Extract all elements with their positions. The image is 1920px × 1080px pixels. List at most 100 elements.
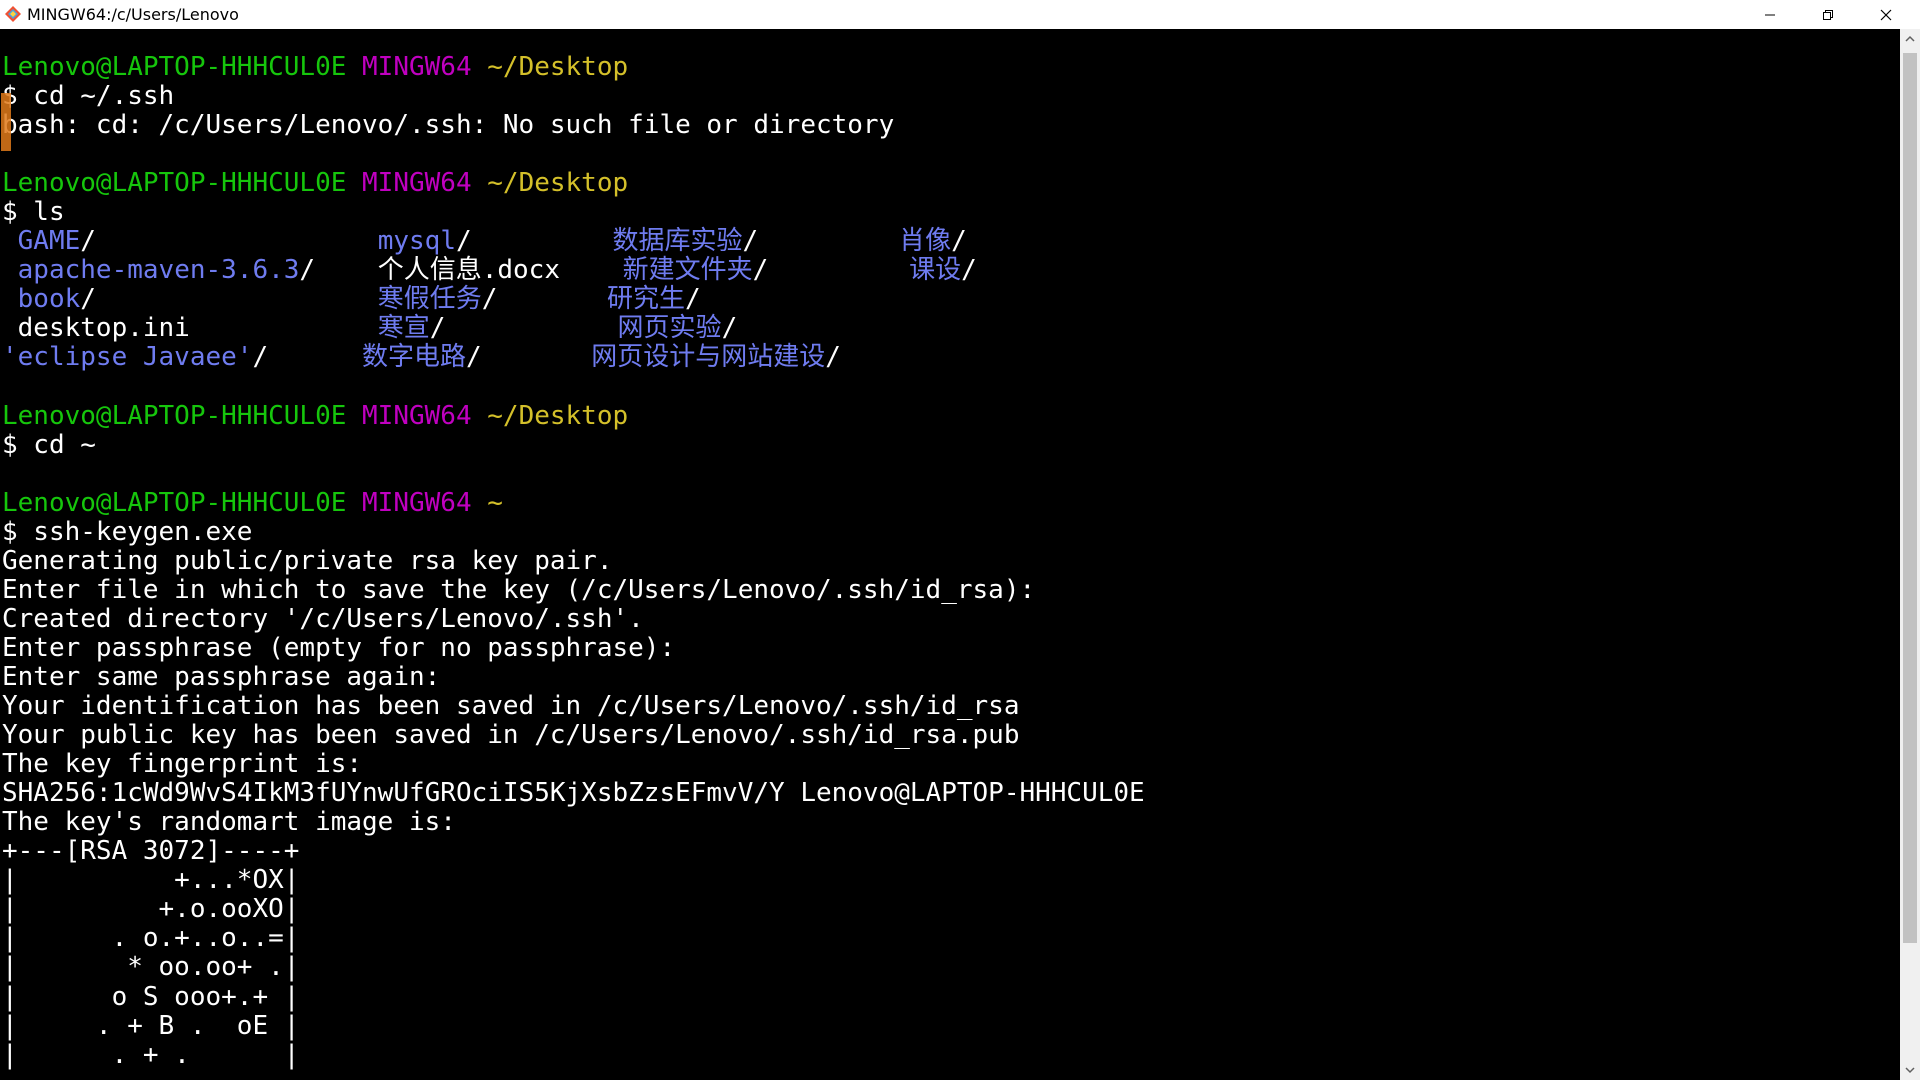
terminal-line: SHA256:1cWd9WvS4IkM3fUYnwUfGROciIS5KjXsb… xyxy=(2,779,1145,808)
terminal-line: The key fingerprint is: xyxy=(2,750,1145,779)
terminal-text: 网页设计与网站建设 xyxy=(591,342,826,373)
terminal-text: | +.o.ooXO| xyxy=(2,894,300,925)
terminal-text: 网页实验 xyxy=(617,313,722,344)
terminal-text: MINGW64 xyxy=(362,487,472,518)
terminal-line: Lenovo@LAPTOP-HHHCUL0E MINGW64 ~/Desktop xyxy=(2,400,1145,431)
terminal-text: 个人信息.docx xyxy=(377,255,623,286)
scroll-up-arrow-icon[interactable] xyxy=(1900,29,1920,49)
terminal-text: $ ls xyxy=(2,197,65,228)
terminal-text: MINGW64 xyxy=(362,168,472,199)
terminal-text: Your identification has been saved in /c… xyxy=(2,691,1020,722)
terminal-text: Generating public/private rsa key pair. xyxy=(2,545,613,576)
terminal-text: / xyxy=(951,226,967,257)
terminal-line: $ ls xyxy=(2,198,1145,227)
terminal-text: / xyxy=(481,284,607,315)
terminal-text: 数字电路 xyxy=(362,342,467,373)
terminal-line: apache-maven-3.6.3/ 个人信息.docx 新建文件夹/ 课设/ xyxy=(2,256,1145,285)
close-icon xyxy=(1880,9,1892,20)
close-button[interactable] xyxy=(1857,0,1915,29)
terminal-line: | . + . | xyxy=(2,1039,1145,1070)
terminal-text: / xyxy=(455,226,613,257)
terminal-text: 寒宣 xyxy=(377,313,430,344)
minimize-button[interactable] xyxy=(1741,0,1799,29)
terminal-text: MINGW64 xyxy=(362,52,472,82)
terminal-text: ~ xyxy=(487,487,503,518)
terminal-line: $ cd ~/.ssh xyxy=(2,82,1145,111)
terminal-text: MINGW64 xyxy=(362,400,472,431)
terminal-line: book/ 寒假任务/ 研究生/ xyxy=(2,285,1145,314)
terminal-text: mysql xyxy=(377,226,456,257)
terminal-text: / xyxy=(825,342,841,373)
terminal-text: / xyxy=(961,255,977,286)
terminal-line: Generating public/private rsa key pair. xyxy=(2,545,1145,576)
terminal-text: Lenovo@LAPTOP-HHHCUL0E xyxy=(2,400,347,431)
terminal-text: / xyxy=(80,226,378,257)
terminal-line: Enter same passphrase again: xyxy=(2,662,1145,692)
terminal-text: | . + . | xyxy=(2,1039,300,1070)
terminal-line: Your identification has been saved in /c… xyxy=(2,692,1145,721)
terminal-line: Lenovo@LAPTOP-HHHCUL0E MINGW64 ~ xyxy=(2,487,1145,518)
terminal-line: $ cd ~ xyxy=(2,429,1145,460)
title-bar[interactable]: MINGW64:/c/Users/Lenovo xyxy=(0,0,1920,29)
terminal-text: | . + B . oE | xyxy=(2,1010,300,1041)
terminal-text: Your public key has been saved in /c/Use… xyxy=(2,720,1020,751)
terminal-line: | +...*OX| xyxy=(2,866,1145,895)
terminal-line: GAME/ mysql/ 数据库实验/ 肖像/ xyxy=(2,227,1145,256)
terminal-text: book xyxy=(17,284,81,315)
terminal-text: Lenovo@LAPTOP-HHHCUL0E xyxy=(2,487,347,518)
terminal-text: Lenovo@LAPTOP-HHHCUL0E xyxy=(2,168,347,199)
terminal-line: | * oo.oo+ .| xyxy=(2,953,1145,982)
terminal-text: 'eclipse Javaee' xyxy=(2,342,253,373)
terminal-line: The key's randomart image is: xyxy=(2,808,1145,837)
terminal-text: | * oo.oo+ .| xyxy=(2,952,300,983)
terminal-line: Your public key has been saved in /c/Use… xyxy=(2,721,1145,750)
terminal-line: 'eclipse Javaee'/ 数字电路/ 网页设计与网站建设/ xyxy=(2,343,1145,372)
terminal-text: / xyxy=(80,284,378,315)
terminal-text: / xyxy=(684,284,701,315)
terminal-text: / xyxy=(721,313,738,344)
terminal-text: 课设 xyxy=(909,255,962,286)
scroll-down-arrow-icon[interactable] xyxy=(1900,1060,1920,1080)
terminal-text: | +...*OX| xyxy=(2,865,300,896)
vertical-scrollbar[interactable] xyxy=(1900,29,1920,1080)
terminal-text: ~/Desktop xyxy=(487,400,629,431)
minimize-icon xyxy=(1765,14,1775,15)
terminal-text: 研究生 xyxy=(606,284,685,315)
terminal-line: | . + B . oE | xyxy=(2,1010,1145,1041)
terminal-text: SHA256:1cWd9WvS4IkM3fUYnwUfGROciIS5KjXsb… xyxy=(2,778,1145,809)
terminal-text: bash: cd: /c/Users/Lenovo/.ssh: No such … xyxy=(2,110,895,141)
restore-button[interactable] xyxy=(1799,0,1857,29)
terminal-line: desktop.ini 寒宣/ 网页实验/ xyxy=(2,314,1145,343)
terminal-text: / xyxy=(429,313,618,344)
terminal-text: $ cd ~ xyxy=(2,429,96,460)
terminal-line: bash: cd: /c/Users/Lenovo/.ssh: No such … xyxy=(2,111,1145,140)
terminal-lines: Lenovo@LAPTOP-HHHCUL0E MINGW64 ~/Desktop… xyxy=(2,53,1145,1070)
terminal-line: Enter file in which to save the key (/c/… xyxy=(2,575,1145,605)
terminal-text: ~/Desktop xyxy=(487,52,629,82)
terminal-text: The key fingerprint is: xyxy=(2,749,363,780)
terminal-text: $ ssh-keygen.exe xyxy=(2,516,253,547)
window-title: MINGW64:/c/Users/Lenovo xyxy=(27,5,239,24)
terminal-text: | o S ooo+.+ | xyxy=(2,981,300,1012)
git-bash-icon xyxy=(5,6,21,22)
terminal-text: Enter passphrase (empty for no passphras… xyxy=(2,632,676,663)
scrollbar-thumb[interactable] xyxy=(1903,53,1917,943)
text-cursor xyxy=(1,93,11,151)
terminal-text: Created directory '/c/Users/Lenovo/.ssh'… xyxy=(2,603,644,634)
terminal-line: Created directory '/c/Users/Lenovo/.ssh'… xyxy=(2,603,1145,634)
terminal-text: 寒假任务 xyxy=(377,284,482,315)
terminal-text: 数据库实验 xyxy=(612,226,743,257)
terminal-text: 肖像 xyxy=(899,226,952,257)
terminal-text: | . o.+..o..=| xyxy=(2,923,300,954)
terminal-output[interactable]: Lenovo@LAPTOP-HHHCUL0E MINGW64 ~/Desktop… xyxy=(0,29,1900,1080)
